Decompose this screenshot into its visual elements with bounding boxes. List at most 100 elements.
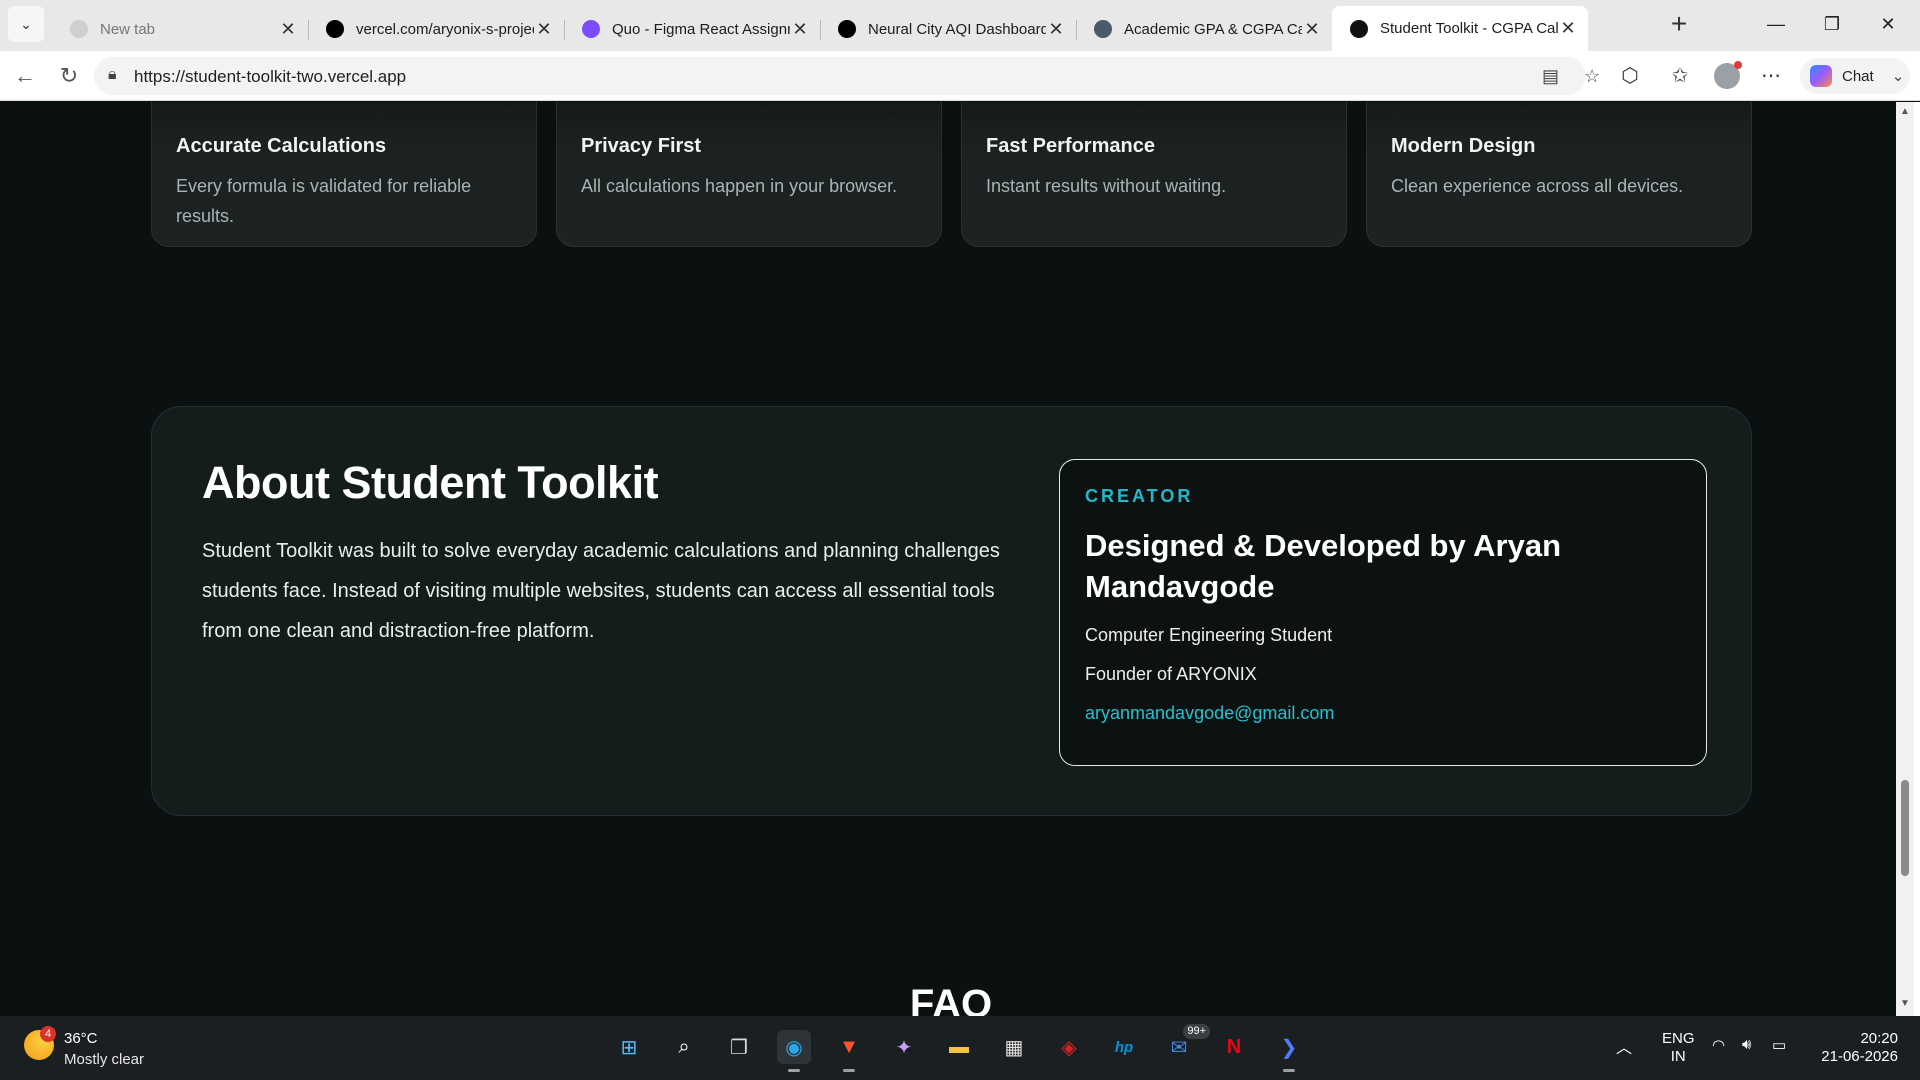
mail-icon[interactable]: ✉ 99+ xyxy=(1162,1024,1210,1064)
tab-title: New tab xyxy=(100,20,156,38)
app-glyph: ❯ xyxy=(1280,1036,1298,1059)
terminal-icon[interactable]: ❯ xyxy=(1272,1030,1306,1072)
feature-description: All calculations happen in your browser. xyxy=(581,176,898,196)
document-icon xyxy=(1094,20,1112,38)
copilot-icon xyxy=(1810,65,1832,87)
search-icon[interactable]: ⌕ xyxy=(667,1030,701,1064)
store-icon[interactable]: ▦ xyxy=(997,1030,1031,1064)
page-viewport: Accurate Calculations Every formula is v… xyxy=(6,102,1896,1016)
browser-tab[interactable]: Student Toolkit - CGPA Calculator✕ xyxy=(1332,6,1588,51)
app-glyph: N xyxy=(1226,1035,1242,1058)
window-edge xyxy=(1914,102,1920,1016)
scroll-down-arrow-icon[interactable]: ▼ xyxy=(1900,998,1910,1009)
weather-temperature[interactable]: 36°C xyxy=(64,1030,98,1047)
browser-tab[interactable]: vercel.com/aryonix-s-projects ✕ xyxy=(308,10,564,48)
favorites-icon[interactable]: ✩ xyxy=(1665,63,1695,88)
creator-tag: CREATOR xyxy=(1085,486,1194,506)
app-glyph: ▬ xyxy=(949,1035,969,1058)
edge-icon[interactable]: ◉ xyxy=(777,1030,811,1072)
creator-card: CREATOR Designed & Developed by Aryan Ma… xyxy=(1059,459,1707,766)
app-glyph: ⌕ xyxy=(678,1035,690,1058)
file-explorer-icon[interactable]: ▬ xyxy=(942,1030,976,1064)
app-glyph: ⊞ xyxy=(620,1036,638,1059)
browser-tab[interactable]: Neural City AQI Dashboard ✕ xyxy=(820,10,1076,48)
reload-button[interactable]: ↻ xyxy=(54,61,84,91)
favorite-star-icon[interactable]: ☆ xyxy=(1584,66,1600,87)
tab-close-icon[interactable]: ✕ xyxy=(1302,19,1322,40)
browser-tab[interactable]: Quo - Figma React Assignment✕ xyxy=(564,10,820,48)
show-hidden-icons-chevron-icon[interactable]: ︿ xyxy=(1616,1034,1632,1058)
mcafee-icon[interactable]: ◈ xyxy=(1052,1030,1086,1064)
feature-card-design: Modern Design Clean experience across al… xyxy=(1366,102,1752,247)
task-view-icon[interactable]: ❐ xyxy=(722,1030,756,1064)
more-options-icon[interactable]: ⋯ xyxy=(1756,63,1786,88)
feature-title: Accurate Calculations xyxy=(176,135,387,157)
tab-actions-menu-button[interactable]: ⌄ xyxy=(8,6,44,42)
figma-bolt-icon xyxy=(582,20,600,38)
back-button[interactable]: ← xyxy=(10,61,40,91)
extensions-icon[interactable]: ⬡ xyxy=(1615,63,1645,88)
windows-taskbar: 4 36°C Mostly clear ⊞ ⌕ ❐ ◉ ▼ ✦ ▬ ▦ ◈ hp ✉ 99+ N ❯ ︿ … xyxy=(0,1016,1920,1080)
tab-close-icon[interactable]: ✕ xyxy=(1558,18,1578,39)
arrow-left-icon: ← xyxy=(14,63,36,88)
creator-role: Computer Engineering Student xyxy=(1085,625,1333,645)
clock[interactable]: 20:20 21-06-2026 xyxy=(1818,1030,1898,1066)
scrollbar-thumb[interactable] xyxy=(1901,780,1909,876)
tab-close-icon[interactable]: ✕ xyxy=(278,19,298,40)
wifi-icon[interactable]: ◠ xyxy=(1712,1036,1725,1054)
new-tab-page-icon xyxy=(70,20,88,38)
student-toolkit-icon xyxy=(1350,19,1368,38)
region-code: IN xyxy=(1670,1048,1686,1065)
notification-dot xyxy=(1734,61,1742,69)
vercel-icon xyxy=(838,20,856,38)
tab-list: New tab ✕ vercel.com/aryonix-s-projects ✕ Qu… xyxy=(52,6,1588,51)
volume-icon[interactable]: 🔊︎ xyxy=(1742,1036,1751,1053)
tab-close-icon[interactable]: ✕ xyxy=(790,19,810,40)
weather-badge: 4 xyxy=(40,1026,56,1042)
mail-badge: 99+ xyxy=(1183,1024,1210,1039)
vercel-icon xyxy=(326,20,344,38)
page-scrollbar[interactable]: ▲ ▼ xyxy=(1896,102,1914,1016)
reading-view-icon[interactable]: ▤ xyxy=(1542,66,1559,87)
chevron-down-icon[interactable]: ⌄ xyxy=(1892,67,1905,85)
feature-title: Privacy First xyxy=(581,135,702,157)
url-text[interactable]: https://student-toolkit-two.vercel.app xyxy=(134,67,406,87)
netflix-icon[interactable]: N xyxy=(1217,1030,1251,1064)
scroll-up-arrow-icon[interactable]: ▲ xyxy=(1900,106,1910,117)
new-tab-button[interactable]: + xyxy=(1664,10,1694,40)
app-glyph: ▼ xyxy=(839,1035,859,1058)
running-indicator xyxy=(788,1069,800,1072)
about-section: About Student Toolkit Student Toolkit wa… xyxy=(151,406,1752,816)
site-info-icon[interactable]: 🔒︎ xyxy=(108,66,117,84)
language-code: ENG xyxy=(1662,1030,1695,1047)
clock-date: 21-06-2026 xyxy=(1821,1048,1898,1065)
chevron-down-icon: ⌄ xyxy=(20,15,32,32)
hp-icon[interactable]: hp xyxy=(1107,1030,1141,1064)
app-glyph: ◉ xyxy=(785,1036,803,1059)
tab-close-icon[interactable]: ✕ xyxy=(534,19,554,40)
restore-button[interactable]: ❐ xyxy=(1804,8,1860,40)
about-description: Student Toolkit was built to solve every… xyxy=(202,540,1000,642)
app-glyph: ▦ xyxy=(1004,1036,1024,1059)
app-glyph: ✉ xyxy=(1170,1036,1188,1059)
reload-icon: ↻ xyxy=(59,63,79,88)
creator-email-link[interactable]: aryanmandavgode@gmail.com xyxy=(1085,703,1681,724)
battery-icon[interactable]: ▭ xyxy=(1772,1036,1786,1054)
copilot-icon[interactable]: ✦ xyxy=(887,1030,921,1064)
weather-description[interactable]: Mostly clear xyxy=(64,1051,144,1068)
tab-title: Neural City AQI Dashboard xyxy=(868,20,1046,38)
language-indicator[interactable]: ENG IN xyxy=(1662,1030,1695,1066)
tab-title: Student Toolkit - CGPA Calculator xyxy=(1380,20,1558,37)
creator-title: Designed & Developed by Aryan Mandavgode xyxy=(1085,528,1562,604)
minimize-button[interactable]: — xyxy=(1748,8,1804,40)
brave-icon[interactable]: ▼ xyxy=(832,1030,866,1072)
tab-close-icon[interactable]: ✕ xyxy=(1046,19,1066,40)
start-icon[interactable]: ⊞ xyxy=(612,1030,646,1064)
feature-card-performance: Fast Performance Instant results without… xyxy=(961,102,1347,247)
close-window-button[interactable]: ✕ xyxy=(1860,8,1916,40)
copilot-chat-button[interactable]: Chat ⌄ xyxy=(1800,58,1910,94)
browser-tab[interactable]: Academic GPA & CGPA Calculator✕ xyxy=(1076,10,1332,48)
browser-tab[interactable]: New tab ✕ xyxy=(52,10,308,48)
address-bar[interactable]: 🔒︎ https://student-toolkit-two.vercel.ap… xyxy=(94,57,1600,95)
chat-label: Chat xyxy=(1842,67,1874,85)
